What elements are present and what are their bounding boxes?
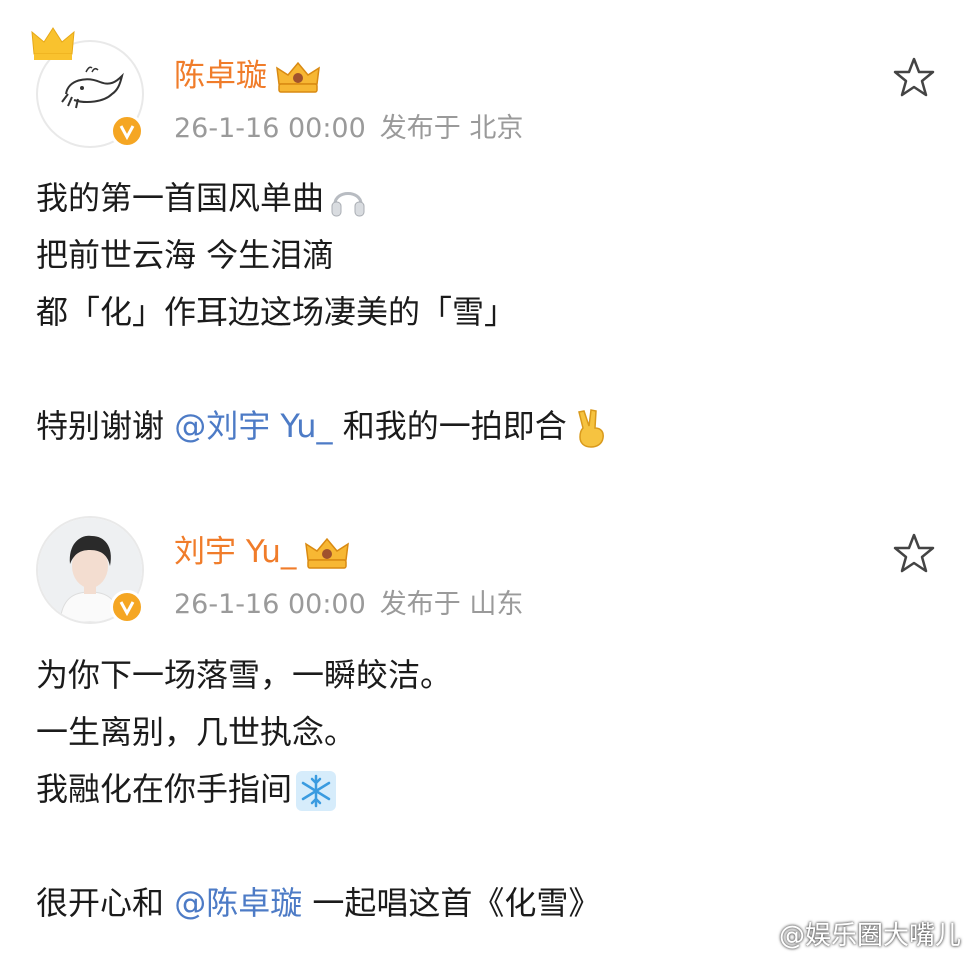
- vip-crown-icon: [276, 61, 320, 93]
- favorite-star-icon[interactable]: [893, 532, 935, 574]
- author-name[interactable]: 刘宇 Yu_: [174, 526, 350, 572]
- weibo-post: 刘宇 Yu_ 26-1-16 00:00 发布于 山东 为你下一场落雪，一瞬皎洁。…: [0, 480, 973, 960]
- content-text: 我的第一首国风单曲: [36, 179, 325, 217]
- content-line-blank: [36, 818, 600, 875]
- post-content: 我的第一首国风单曲 把前世云海 今生泪滴 都「化」作耳边这场凄美的「雪」 特别谢…: [36, 170, 611, 455]
- post-date: 26-1-16 00:00: [174, 113, 366, 144]
- snowflake-icon: [296, 771, 337, 811]
- content-line-blank: [36, 341, 611, 398]
- content-line: 我融化在你手指间: [36, 761, 600, 818]
- verified-badge: [110, 590, 144, 624]
- content-line: 我的第一首国风单曲: [36, 170, 611, 227]
- content-text: 很开心和: [36, 884, 175, 922]
- mention-link[interactable]: @刘宇 Yu_: [174, 407, 332, 445]
- post-meta: 26-1-16 00:00 发布于 北京: [174, 106, 523, 145]
- author-name[interactable]: 陈卓璇: [174, 50, 321, 96]
- favorite-star-icon[interactable]: [893, 56, 935, 98]
- mention-link[interactable]: @陈卓璇: [174, 884, 302, 922]
- author-name-text[interactable]: 刘宇 Yu_: [174, 534, 296, 570]
- content-line: 为你下一场落雪，一瞬皎洁。: [36, 656, 453, 694]
- content-text: 我融化在你手指间: [36, 770, 293, 808]
- content-text: 特别谢谢: [36, 407, 175, 445]
- watermark: @娱乐圈大嘴儿: [743, 915, 961, 952]
- post-location: 发布于 山东: [379, 589, 524, 620]
- watermark-text: @娱乐圈大嘴儿: [778, 921, 961, 951]
- weibo-logo-icon: [743, 926, 774, 949]
- headphones-icon: [331, 192, 365, 217]
- weibo-post: 陈卓璇 26-1-16 00:00 发布于 北京 我的第一首国风单曲 把前世云海 …: [0, 0, 973, 480]
- avatar[interactable]: [36, 516, 144, 624]
- crown-icon: [31, 27, 75, 60]
- verified-v-icon: [119, 125, 135, 140]
- content-line: 很开心和 @陈卓璇 一起唱这首《化雪》: [36, 875, 600, 932]
- content-line: 把前世云海 今生泪滴: [36, 236, 335, 274]
- verified-badge: [110, 114, 144, 148]
- content-text: 一起唱这首《化雪》: [302, 884, 601, 922]
- author-name-text[interactable]: 陈卓璇: [174, 58, 267, 94]
- content-line: 都「化」作耳边这场凄美的「雪」: [36, 293, 517, 331]
- post-date: 26-1-16 00:00: [174, 589, 366, 620]
- avatar[interactable]: [31, 27, 144, 148]
- content-text: 和我的一拍即合: [332, 407, 567, 445]
- content-line: 一生离别，几世执念。: [36, 713, 357, 751]
- content-line: 特别谢谢 @刘宇 Yu_ 和我的一拍即合: [36, 398, 611, 455]
- post-location: 发布于 北京: [379, 113, 524, 144]
- victory-hand-icon: [577, 409, 604, 448]
- post-meta: 26-1-16 00:00 发布于 山东: [174, 582, 523, 621]
- post-content: 为你下一场落雪，一瞬皎洁。 一生离别，几世执念。 我融化在你手指间 很开心和 @…: [36, 647, 600, 932]
- vip-crown-icon: [305, 537, 350, 569]
- verified-v-icon: [119, 601, 135, 616]
